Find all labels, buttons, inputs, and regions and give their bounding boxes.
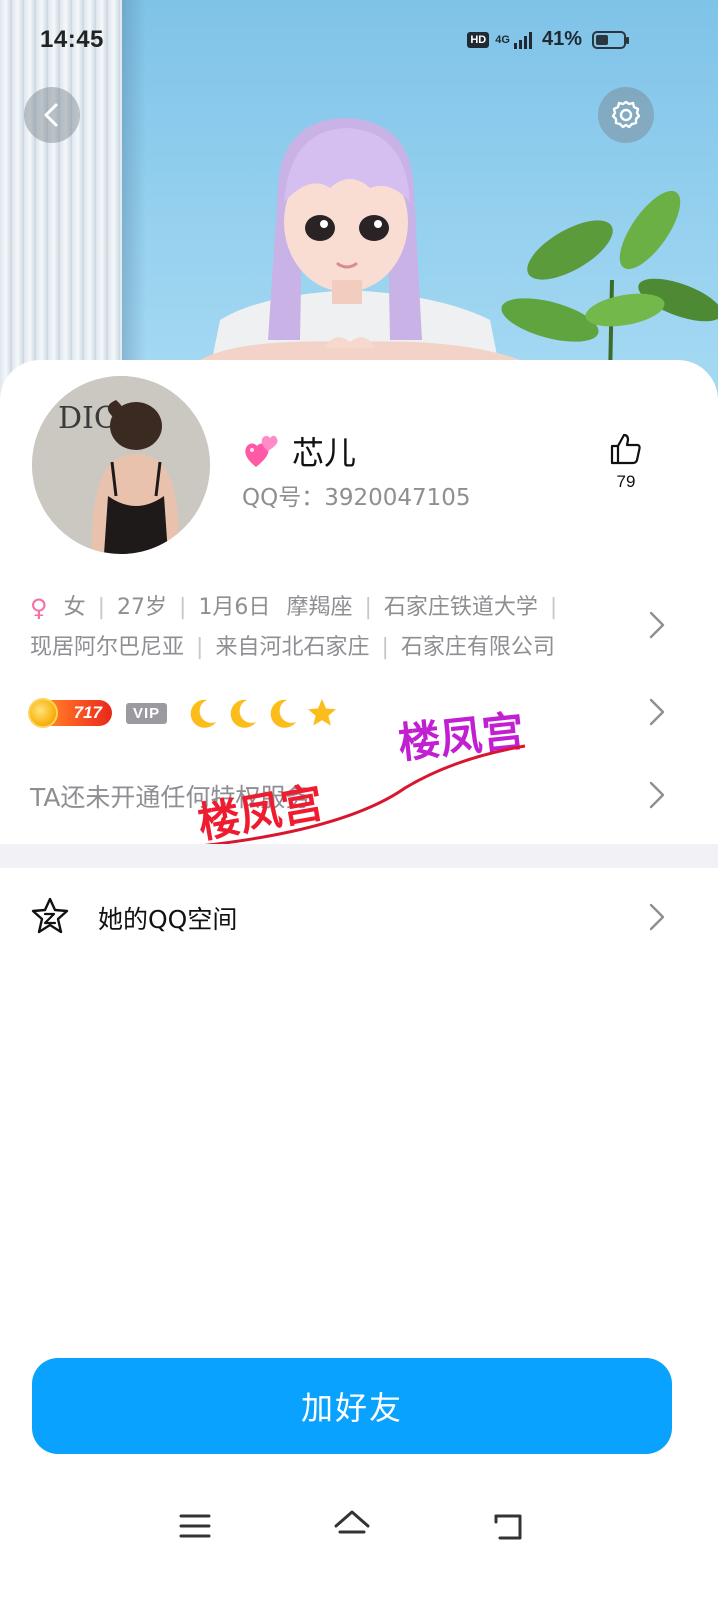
cover-plant [501,190,718,380]
vip-badge: VIP [126,702,168,724]
info-zodiac: 摩羯座 [286,595,353,620]
info-birthday: 1月6日 [198,595,271,620]
info-age: 27岁 [117,595,168,620]
back-button[interactable] [24,87,80,143]
chevron-right-icon[interactable] [648,780,666,810]
info-company: 石家庄有限公司 [400,635,555,660]
level-badge: 717 [28,698,112,728]
like-button[interactable]: 79 [600,432,652,492]
chevron-right-icon[interactable] [648,697,666,727]
settings-button[interactable] [598,87,654,143]
chevron-right-icon [649,903,665,931]
hearts-icon [245,435,278,467]
qzone-row[interactable]: 她的QQ空间 [0,868,718,968]
back-nav-icon[interactable] [490,1506,526,1546]
network-icon: 4G [495,31,536,49]
coin-icon [28,698,58,728]
nickname-row: 芯儿 [242,428,356,474]
section-divider [0,844,718,868]
like-count: 79 [616,472,636,491]
cover-avatar-figure [200,118,520,370]
avatar-photo: DIOR [32,376,210,554]
profile-info[interactable]: ♀ 女 | 27岁 | 1月6日 摩羯座 | 石家庄铁道大学 | 现居阿尔巴尼亚… [30,588,630,668]
status-indicators: HD 4G 41% [467,28,629,51]
battery-icon [592,30,629,49]
avatar[interactable]: DIOR [32,376,210,554]
hd-icon: HD [467,31,490,48]
qzone-label: 她的QQ空间 [98,905,238,934]
watermark-text-b: 楼凤宫 [396,706,526,768]
level-value: 717 [73,703,102,722]
chevron-left-icon [44,103,58,127]
status-time: 14:45 [40,26,104,53]
info-line-1: ♀ 女 | 27岁 | 1月6日 摩羯座 | 石家庄铁道大学 | [30,588,630,628]
info-location: 现居阿尔巴尼亚 [30,635,185,660]
thumbs-up-icon [610,433,641,465]
menu-icon[interactable] [178,1506,212,1546]
home-icon[interactable] [332,1506,372,1546]
info-hometown: 来自河北石家庄 [215,635,370,660]
female-icon: ♀ [30,594,48,622]
nickname: 芯儿 [292,434,357,472]
gear-icon [611,100,641,129]
info-gender: 女 [63,595,86,620]
signal-icon [513,31,532,49]
info-school: 石家庄铁道大学 [383,595,538,620]
system-nav-bar [0,1490,718,1570]
qq-number: QQ号：3920047105 [242,485,471,511]
chevron-right-icon[interactable] [648,610,666,640]
status-bar: 14:45 HD 4G 41% [0,0,718,80]
qzone-star-icon [31,897,69,934]
add-friend-button[interactable]: 加好友 [32,1358,672,1454]
info-line-2: 现居阿尔巴尼亚 | 来自河北石家庄 | 石家庄有限公司 [30,628,630,668]
battery-percent: 41% [541,28,582,50]
watermark: 楼凤宫 楼凤宫 [195,706,526,848]
